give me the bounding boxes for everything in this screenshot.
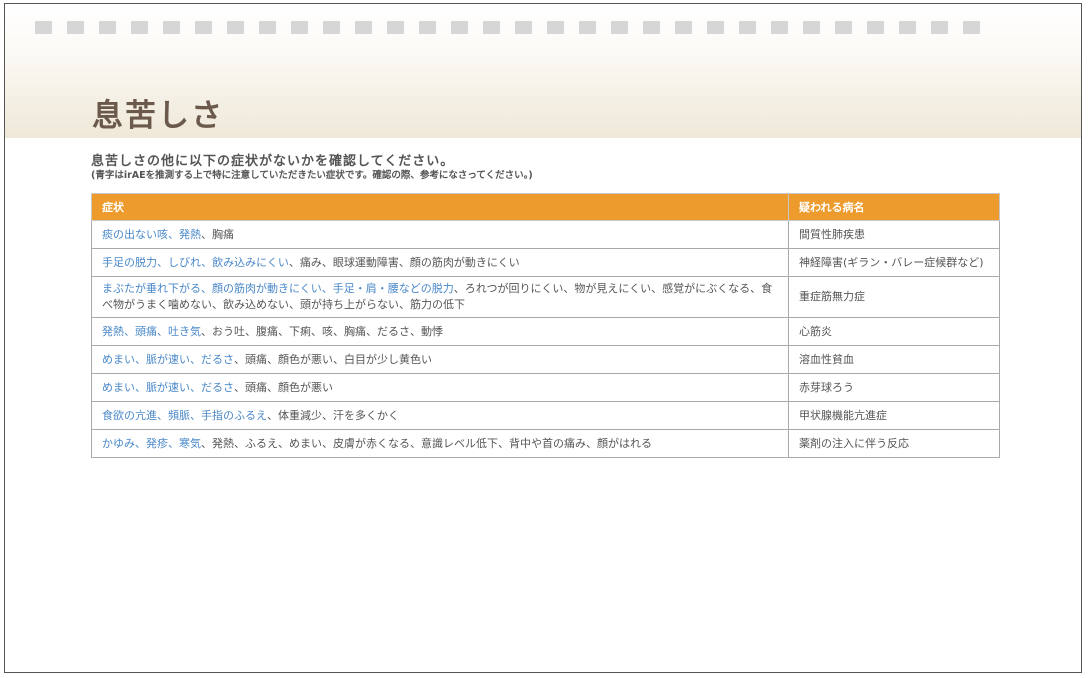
symptom-text: 、体重減少、汗を多くかく <box>267 408 399 422</box>
binder-hole <box>419 21 436 34</box>
disease-cell: 赤芽球ろう <box>788 373 1000 402</box>
disease-cell: 神経障害(ギラン・バレー症候群など) <box>788 248 1000 277</box>
binder-hole <box>355 21 372 34</box>
symptom-cell: まぶたが垂れ下がる、顔の筋肉が動きにくい、手足・肩・腰などの脱力、ろれつが回りに… <box>91 276 789 318</box>
symptom-table: 症状 疑われる病名 痰の出ない咳、発熱、胸痛 間質性肺疾患 手足の脱力、しびれ、飲み… <box>91 193 1000 458</box>
binder-hole <box>899 21 916 34</box>
binder-hole <box>547 21 564 34</box>
highlighted-symptom: 手足の脱力、しびれ、飲み込みにくい <box>102 255 289 269</box>
disease-cell: 薬剤の注入に伴う反応 <box>788 429 1000 458</box>
table-body: 痰の出ない咳、発熱、胸痛 間質性肺疾患 手足の脱力、しびれ、飲み込みにくい、痛み、眼… <box>91 220 1000 458</box>
highlighted-symptom: 痰の出ない咳、発熱 <box>102 227 201 241</box>
binder-hole <box>515 21 532 34</box>
table-row: めまい、脈が速い、だるさ、頭痛、顔色が悪い 赤芽球ろう <box>91 373 1000 402</box>
symptom-cell: かゆみ、発疹、寒気、発熱、ふるえ、めまい、皮膚が赤くなる、意識レベル低下、背中や… <box>91 429 789 458</box>
table-row: めまい、脈が速い、だるさ、頭痛、顔色が悪い、白目が少し黄色い 溶血性貧血 <box>91 345 1000 374</box>
symptom-text: 、胸痛 <box>201 227 234 241</box>
symptom-text: 、頭痛、顔色が悪い <box>234 380 333 394</box>
binder-holes <box>35 21 980 35</box>
binder-hole <box>579 21 596 34</box>
disease-cell: 心筋炎 <box>788 317 1000 346</box>
binder-hole <box>291 21 308 34</box>
symptom-cell: 手足の脱力、しびれ、飲み込みにくい、痛み、眼球運動障害、顔の筋肉が動きにくい <box>91 248 789 277</box>
highlighted-symptom: かゆみ、発疹、寒気 <box>102 436 201 450</box>
highlighted-symptom: 食欲の亢進、頻脈、手指のふるえ <box>102 408 267 422</box>
symptom-cell: めまい、脈が速い、だるさ、頭痛、顔色が悪い、白目が少し黄色い <box>91 345 789 374</box>
binder-hole <box>675 21 692 34</box>
binder-hole <box>611 21 628 34</box>
table-row: まぶたが垂れ下がる、顔の筋肉が動きにくい、手足・肩・腰などの脱力、ろれつが回りに… <box>91 276 1000 318</box>
binder-hole <box>195 21 212 34</box>
symptom-cell: 発熱、頭痛、吐き気、おう吐、腹痛、下痢、咳、胸痛、だるさ、動悸 <box>91 317 789 346</box>
table-row: かゆみ、発疹、寒気、発熱、ふるえ、めまい、皮膚が赤くなる、意識レベル低下、背中や… <box>91 429 1000 458</box>
binder-hole <box>163 21 180 34</box>
header-symptoms: 症状 <box>91 193 789 221</box>
binder-hole <box>323 21 340 34</box>
highlighted-symptom: めまい、脈が速い、だるさ <box>102 352 234 366</box>
binder-hole <box>99 21 116 34</box>
symptom-text: 、頭痛、顔色が悪い、白目が少し黄色い <box>234 352 432 366</box>
table-header-row: 症状 疑われる病名 <box>91 193 1000 221</box>
table-row: 発熱、頭痛、吐き気、おう吐、腹痛、下痢、咳、胸痛、だるさ、動悸 心筋炎 <box>91 317 1000 346</box>
highlighted-symptom: 発熱、頭痛、吐き気 <box>102 324 201 338</box>
table-row: 手足の脱力、しびれ、飲み込みにくい、痛み、眼球運動障害、顔の筋肉が動きにくい 神経… <box>91 248 1000 277</box>
binder-hole <box>451 21 468 34</box>
symptom-cell: 食欲の亢進、頻脈、手指のふるえ、体重減少、汗を多くかく <box>91 401 789 430</box>
symptom-text: 、痛み、眼球運動障害、顔の筋肉が動きにくい <box>288 255 520 269</box>
binder-hole <box>67 21 84 34</box>
binder-hole <box>259 21 276 34</box>
binder-hole <box>707 21 724 34</box>
header-disease: 疑われる病名 <box>788 193 1000 221</box>
disease-cell: 間質性肺疾患 <box>788 220 1000 249</box>
disease-cell: 重症筋無力症 <box>788 276 1000 318</box>
table-row: 痰の出ない咳、発熱、胸痛 間質性肺疾患 <box>91 220 1000 249</box>
symptom-cell: 痰の出ない咳、発熱、胸痛 <box>91 220 789 249</box>
symptom-text: 、発熱、ふるえ、めまい、皮膚が赤くなる、意識レベル低下、背中や首の痛み、顔がはれ… <box>201 436 652 450</box>
binder-hole <box>131 21 148 34</box>
note-text: (青字はirAEを推測する上で特に注意していただきたい症状です。確認の際、参考に… <box>91 170 533 181</box>
binder-hole <box>227 21 244 34</box>
binder-hole <box>643 21 660 34</box>
binder-hole <box>931 21 948 34</box>
symptom-text: 、おう吐、腹痛、下痢、咳、胸痛、だるさ、動悸 <box>201 324 443 338</box>
disease-cell: 甲状腺機能亢進症 <box>788 401 1000 430</box>
page-frame: 息苦しさ 息苦しさの他に以下の症状がないかを確認してください。 (青字はirAE… <box>4 3 1082 673</box>
binder-hole <box>803 21 820 34</box>
binder-hole <box>387 21 404 34</box>
binder-hole <box>35 21 52 34</box>
binder-hole <box>963 21 980 34</box>
table-row: 食欲の亢進、頻脈、手指のふるえ、体重減少、汗を多くかく 甲状腺機能亢進症 <box>91 401 1000 430</box>
page-title: 息苦しさ <box>92 98 224 134</box>
highlighted-symptom: めまい、脈が速い、だるさ <box>102 380 234 394</box>
binder-hole <box>835 21 852 34</box>
binder-hole <box>867 21 884 34</box>
highlighted-symptom: まぶたが垂れ下がる、顔の筋肉が動きにくい、手足・肩・腰などの脱力 <box>102 282 454 295</box>
symptom-cell: めまい、脈が速い、だるさ、頭痛、顔色が悪い <box>91 373 789 402</box>
binder-hole <box>771 21 788 34</box>
disease-cell: 溶血性貧血 <box>788 345 1000 374</box>
binder-hole <box>483 21 500 34</box>
binder-hole <box>739 21 756 34</box>
